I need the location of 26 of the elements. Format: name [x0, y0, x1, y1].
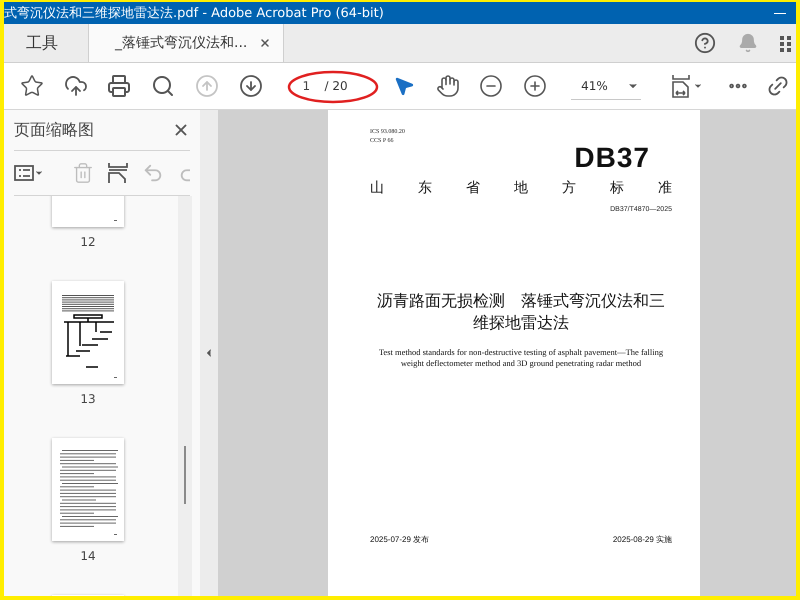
- window-title: 式弯沉仪法和三维探地雷达法.pdf - Adobe Acrobat Pro (64-bit): [4, 5, 384, 22]
- release-date: 2025-07-29 发布: [370, 534, 430, 545]
- options-menu-button[interactable]: [14, 165, 44, 181]
- english-title: Test method standards for non-destructive testing of asphalt pavement—The falling weight deflectometer method and 3D ground penetrating radar method: [378, 347, 664, 369]
- zoom-dropdown[interactable]: 41%: [571, 72, 641, 100]
- grid-icon[interactable]: [780, 34, 794, 52]
- insert-page-icon[interactable]: [108, 162, 128, 184]
- page-number-label: 14: [80, 549, 96, 563]
- scroll-thumb[interactable]: [184, 446, 186, 504]
- page-number-label: 13: [80, 392, 96, 406]
- document-title: 沥青路面无损检测 落锤式弯沉仪法和三维探地雷达法: [376, 292, 666, 334]
- page-thumbnail[interactable]: [52, 438, 124, 541]
- fit-page-icon: [670, 74, 693, 98]
- tab[interactable]: _落锤式弯沉仪法和...: [89, 24, 284, 62]
- help-icon[interactable]: [694, 32, 716, 54]
- page-thumbnail[interactable]: [52, 281, 124, 384]
- implementation-date: 2025-08-29 实施: [612, 534, 672, 545]
- page-total: / 20: [324, 79, 348, 93]
- minimize-icon[interactable]: [774, 12, 786, 14]
- province-standard-heading: 山东省地方标准: [370, 178, 672, 196]
- standard-logo: DB37: [574, 142, 650, 174]
- close-icon[interactable]: [259, 37, 272, 49]
- scrollbar[interactable]: [178, 196, 192, 596]
- panel-title: 页面缩略图: [14, 120, 94, 140]
- page-number-label: 12: [80, 235, 96, 249]
- page-number-field[interactable]: 1: [302, 79, 316, 93]
